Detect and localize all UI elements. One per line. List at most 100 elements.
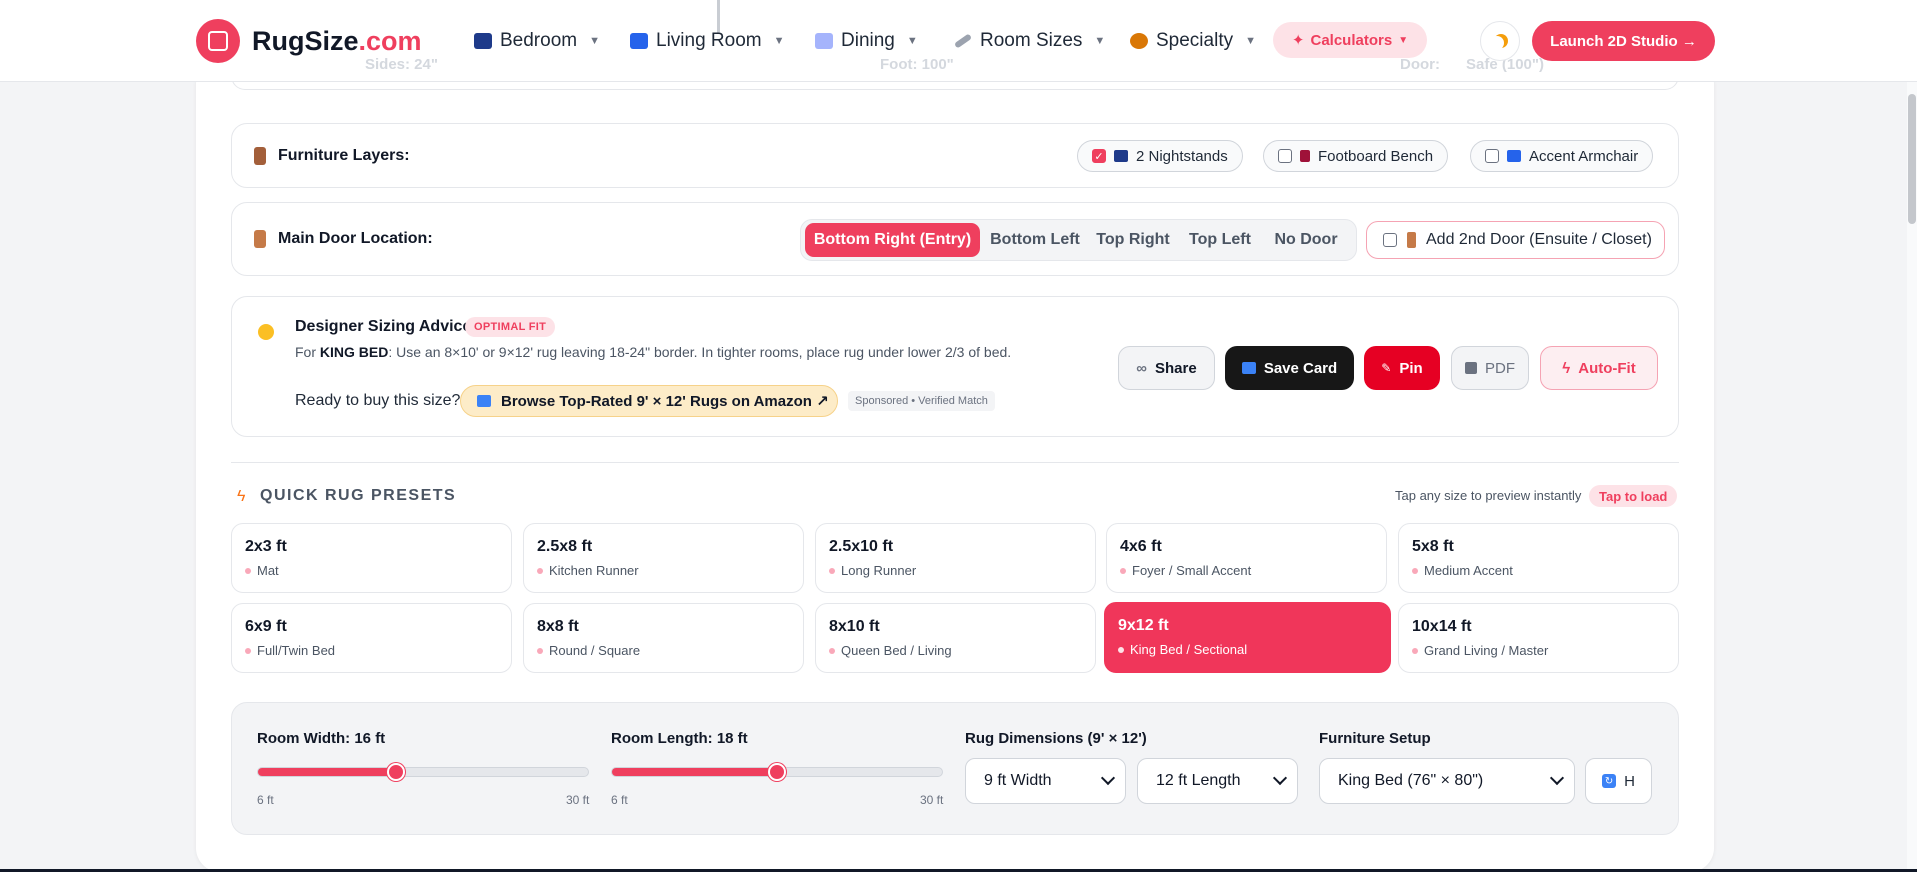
nav-living-room[interactable]: Living Room ▼ xyxy=(630,30,785,52)
auto-fit-button[interactable]: ϟ Auto-Fit xyxy=(1540,346,1658,390)
rotate-orientation-button[interactable]: ↻ H xyxy=(1585,758,1652,804)
rug-width-value: 9 ft Width xyxy=(984,772,1052,789)
preset-size: 4x6 ft xyxy=(1120,538,1162,555)
rug-width-select[interactable]: 9 ft Width xyxy=(965,758,1126,804)
preset-desc: Mat xyxy=(245,563,279,578)
door-location-selector: Bottom Right (Entry) Bottom Left Top Rig… xyxy=(800,219,1357,261)
advice-body: : Use an 8×10' or 9×12' rug leaving 18-2… xyxy=(388,344,1012,360)
layer-accent-armchair-toggle[interactable]: Accent Armchair xyxy=(1470,140,1654,172)
slider-thumb[interactable] xyxy=(768,763,786,781)
pdf-button[interactable]: PDF xyxy=(1451,346,1529,390)
checkbox-checked[interactable]: ✓ xyxy=(1092,149,1106,163)
nav-dining[interactable]: Dining ▼ xyxy=(815,30,918,52)
preset-desc-text: Medium Accent xyxy=(1424,563,1513,578)
door-location-title: Main Door Location: xyxy=(278,230,433,247)
slider-thumb[interactable] xyxy=(386,763,405,781)
preset-desc: Long Runner xyxy=(829,563,916,578)
furniture-setup-select[interactable]: King Bed (76" × 80") xyxy=(1319,758,1575,804)
preset-desc: Full/Twin Bed xyxy=(245,643,335,658)
room-length-max: 30 ft xyxy=(920,793,944,807)
scrollbar-thumb[interactable] xyxy=(1908,94,1916,224)
caret-down-icon: ▼ xyxy=(906,35,918,47)
rug-length-select[interactable]: 12 ft Length xyxy=(1137,758,1298,804)
nav-label: Room Sizes xyxy=(980,30,1083,51)
preset-desc: Foyer / Small Accent xyxy=(1120,563,1251,578)
preset-desc: Grand Living / Master xyxy=(1412,643,1548,658)
launch-2d-studio-button[interactable]: Launch 2D Studio → xyxy=(1532,21,1715,61)
nav-bedroom[interactable]: Bedroom ▼ xyxy=(474,30,600,52)
door-option-top-right[interactable]: Top Right xyxy=(1090,223,1176,257)
amazon-link-button[interactable]: Browse Top-Rated 9' × 12' Rugs on Amazon… xyxy=(460,385,838,417)
auto-fit-label: Auto-Fit xyxy=(1578,359,1636,377)
preset-2x3[interactable]: 2x3 ft Mat xyxy=(231,523,512,593)
checkbox[interactable] xyxy=(1383,233,1397,247)
page-scrollbar[interactable] xyxy=(1907,0,1917,872)
nav-specialty[interactable]: Specialty ▼ xyxy=(1130,30,1256,52)
sponsored-badge: Sponsored • Verified Match xyxy=(848,391,995,411)
bolt-icon: ϟ xyxy=(1562,359,1571,377)
chevron-down-icon xyxy=(1272,770,1288,786)
preset-size: 8x8 ft xyxy=(537,618,579,635)
preset-8x10[interactable]: 8x10 ft Queen Bed / Living xyxy=(815,603,1096,673)
background-label-door: Door: xyxy=(1400,56,1440,73)
door-option-none[interactable]: No Door xyxy=(1264,223,1348,257)
layer-footboard-bench-toggle[interactable]: Footboard Bench xyxy=(1263,140,1449,172)
preset-size: 10x14 ft xyxy=(1412,618,1472,635)
preset-10x14[interactable]: 10x14 ft Grand Living / Master xyxy=(1398,603,1679,673)
room-length-label: Room Length: 18 ft xyxy=(611,730,748,747)
room-length-slider[interactable] xyxy=(611,763,943,781)
brand-name[interactable]: RugSize.com xyxy=(252,26,422,57)
preset-9x12-selected[interactable]: 9x12 ft King Bed / Sectional xyxy=(1104,602,1391,673)
preset-2-5x8[interactable]: 2.5x8 ft Kitchen Runner xyxy=(523,523,804,593)
theme-toggle-button[interactable] xyxy=(1480,21,1520,61)
door-option-bottom-left[interactable]: Bottom Left xyxy=(986,223,1084,257)
save-card-button[interactable]: Save Card xyxy=(1225,346,1354,390)
brand-suffix: .com xyxy=(358,26,422,56)
add-second-door-toggle[interactable]: Add 2nd Door (Ensuite / Closet) xyxy=(1366,221,1665,259)
advice-prefix: For xyxy=(295,344,320,360)
preset-2-5x10[interactable]: 2.5x10 ft Long Runner xyxy=(815,523,1096,593)
pin-button[interactable]: ✎ Pin xyxy=(1364,346,1440,390)
preset-desc-text: Full/Twin Bed xyxy=(257,643,336,658)
logo-icon[interactable] xyxy=(196,19,240,63)
door-option-top-left[interactable]: Top Left xyxy=(1182,223,1258,257)
furniture-icon xyxy=(254,147,266,165)
chevron-down-icon xyxy=(1549,770,1565,786)
caret-down-icon: ▼ xyxy=(589,35,600,47)
amazon-link-label: Browse Top-Rated 9' × 12' Rugs on Amazon… xyxy=(501,393,829,410)
share-button[interactable]: ∞ Share xyxy=(1118,346,1215,390)
link-icon: ∞ xyxy=(1136,359,1147,377)
save-card-label: Save Card xyxy=(1263,359,1338,377)
door-option-bottom-right[interactable]: Bottom Right (Entry) xyxy=(805,223,980,257)
checkbox[interactable] xyxy=(1278,149,1292,163)
room-length-min: 6 ft xyxy=(611,793,628,807)
nav-room-sizes[interactable]: Room Sizes ▼ xyxy=(953,30,1106,52)
preset-desc: Round / Square xyxy=(537,643,640,658)
preset-size: 2.5x10 ft xyxy=(829,538,894,555)
nav-label: Specialty xyxy=(1156,30,1234,51)
checkbox[interactable] xyxy=(1485,149,1499,163)
layer-label: Accent Armchair xyxy=(1529,147,1639,165)
preset-desc-text: Kitchen Runner xyxy=(549,563,639,578)
preset-5x8[interactable]: 5x8 ft Medium Accent xyxy=(1398,523,1679,593)
preset-desc-text: Mat xyxy=(257,563,279,578)
room-width-label: Room Width: 16 ft xyxy=(257,730,386,747)
specialty-icon xyxy=(1130,33,1148,49)
preset-8x8[interactable]: 8x8 ft Round / Square xyxy=(523,603,804,673)
preset-size: 5x8 ft xyxy=(1412,538,1454,555)
preset-desc-text: Queen Bed / Living xyxy=(841,643,952,658)
layer-nightstands-toggle[interactable]: ✓ 2 Nightstands xyxy=(1077,140,1243,172)
calculators-button[interactable]: ✦ Calculators ▼ xyxy=(1273,22,1427,58)
section-divider xyxy=(231,462,1679,463)
layer-label: Footboard Bench xyxy=(1318,147,1434,165)
advice-bed-type: KING BED xyxy=(319,344,389,360)
caret-down-icon: ▼ xyxy=(773,35,785,47)
room-width-slider[interactable] xyxy=(257,763,589,781)
chair-icon xyxy=(1300,150,1310,162)
caret-down-icon: ▼ xyxy=(1094,35,1106,47)
caret-down-icon: ▼ xyxy=(1398,34,1409,46)
ruler-icon xyxy=(953,33,973,49)
preset-4x6[interactable]: 4x6 ft Foyer / Small Accent xyxy=(1106,523,1387,593)
preset-6x9[interactable]: 6x9 ft Full/Twin Bed xyxy=(231,603,512,673)
bolt-icon: ϟ xyxy=(237,488,246,505)
